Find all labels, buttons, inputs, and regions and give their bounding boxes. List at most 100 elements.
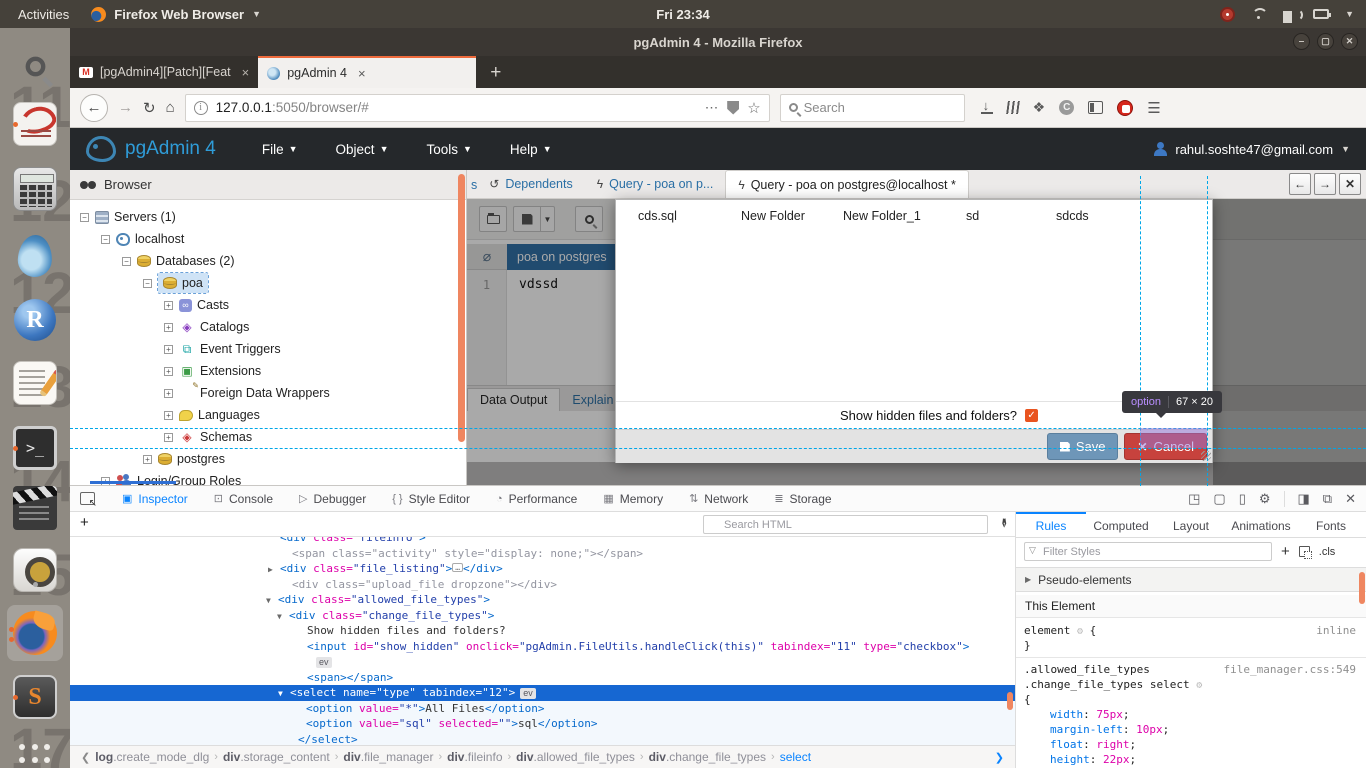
markup-line[interactable]: <option value="*">All Files</option>	[70, 701, 1015, 717]
browser-tab-pgadmin4-patch-feat[interactable]: M[pgAdmin4][Patch][Feat×	[70, 56, 258, 88]
rules-tab-rules[interactable]: Rules	[1016, 512, 1086, 538]
tree-expander-icon[interactable]: +	[164, 345, 173, 354]
tree-item-event-triggers[interactable]: +⧉Event Triggers	[70, 338, 466, 360]
tree-expander-icon[interactable]: +	[164, 323, 173, 332]
element-selector[interactable]: element	[1024, 624, 1070, 637]
tab-scroll-left-button[interactable]: ←	[1289, 173, 1311, 195]
css-declaration[interactable]: margin-left: 10px;	[1024, 722, 1358, 737]
rules-tab-fonts[interactable]: Fonts	[1296, 512, 1366, 538]
dock-to-bottom-icon[interactable]: ◳	[1188, 491, 1200, 507]
reload-button[interactable]: ↻	[143, 99, 156, 117]
shield-icon[interactable]	[727, 101, 739, 115]
rule-source-link[interactable]: file_manager.css:549	[1224, 662, 1356, 677]
expand-arrow-icon[interactable]: ▼	[277, 609, 282, 625]
tab-close-button[interactable]: ✕	[1339, 173, 1361, 195]
menu-file[interactable]: File▼	[262, 142, 298, 157]
query-tab-query-poa-on-postgres-localhost[interactable]: ϟQuery - poa on postgres@localhost *	[725, 170, 969, 198]
rule-selector-2[interactable]: .change_file_types select	[1024, 678, 1190, 691]
browser-tab-pgadmin-4[interactable]: pgAdmin 4×	[258, 56, 476, 88]
tree-scrollbar[interactable]	[458, 174, 465, 442]
tree-horizontal-scrollbar[interactable]	[90, 481, 176, 484]
bookmark-star-icon[interactable]: ☆	[747, 99, 760, 117]
css-declaration[interactable]: float: right;	[1024, 737, 1358, 752]
tree-expander-icon[interactable]: +	[164, 301, 173, 310]
minimize-button[interactable]: ‒	[1293, 33, 1310, 50]
markup-line[interactable]: ev	[70, 654, 1015, 670]
file-item-cds-sql[interactable]: cds.sql	[638, 209, 741, 223]
page-actions-icon[interactable]: ⋯	[705, 100, 720, 116]
menu-hamburger-icon[interactable]: ☰	[1147, 99, 1160, 117]
tree-expander-icon[interactable]: +	[164, 367, 173, 376]
tab-scroll-right-button[interactable]: →	[1314, 173, 1336, 195]
tree-expander-icon[interactable]: +	[164, 389, 173, 398]
extension-c-icon[interactable]: C	[1059, 100, 1074, 115]
dialog-resize-grip[interactable]	[1201, 451, 1211, 461]
dock-item-r-project[interactable]: R	[11, 296, 59, 344]
close-devtools-icon[interactable]: ✕	[1345, 491, 1356, 507]
pgadmin-brand[interactable]: pgAdmin 4	[70, 136, 216, 162]
dock-item-sublime-text[interactable]: S	[11, 673, 59, 721]
save-button[interactable]: Save	[1047, 433, 1119, 460]
user-menu[interactable]: rahul.soshte47@gmail.com ▼	[1153, 142, 1366, 157]
menu-object[interactable]: Object▼	[336, 142, 389, 157]
downloads-icon[interactable]	[981, 101, 993, 114]
partial-tab[interactable]: s	[467, 172, 477, 198]
devtools-tab-console[interactable]: ⊡Console	[201, 486, 286, 512]
menu-tools[interactable]: Tools▼	[426, 142, 471, 157]
markup-line[interactable]: <option value="sql" selected="">sql</opt…	[70, 716, 1015, 732]
dock-item-audio-player[interactable]	[11, 546, 59, 594]
rule-selector-1[interactable]: .allowed_file_types	[1024, 663, 1150, 676]
breadcrumb-forward-icon[interactable]: ❯	[990, 751, 1009, 764]
tree-expander-icon[interactable]: −	[143, 279, 152, 288]
dock-item-video-editor[interactable]	[11, 484, 59, 532]
tree-expander-icon[interactable]: +	[164, 433, 173, 442]
back-button[interactable]: ←	[80, 94, 108, 122]
print-sim-icon[interactable]	[1299, 546, 1310, 557]
devtools-tab-inspector[interactable]: ▣Inspector	[109, 486, 201, 512]
file-item-sd[interactable]: sd	[966, 209, 1056, 223]
breadcrumb-item-div-storage-content[interactable]: div.storage_content	[223, 750, 330, 764]
breadcrumb-back-icon[interactable]: ❮	[76, 751, 95, 764]
tree-item-servers-1[interactable]: −Servers (1)	[70, 206, 466, 228]
markup-line[interactable]: ▼<div class="allowed_file_types">	[70, 592, 1015, 608]
devtools-tab-network[interactable]: ⇅Network	[676, 486, 761, 512]
file-item-new-folder[interactable]: New Folder	[741, 209, 843, 223]
filter-styles-input[interactable]	[1024, 542, 1272, 561]
eyedropper-icon[interactable]: ✒	[995, 518, 1011, 529]
breadcrumb-item-div-fileinfo[interactable]: div.fileinfo	[447, 750, 502, 764]
browser-panel-header[interactable]: Browser	[70, 170, 466, 200]
event-badge[interactable]: ev	[316, 657, 332, 668]
tree-expander-icon[interactable]: +	[143, 455, 152, 464]
markup-line[interactable]: <div class="upload_file dropzone"></div>	[70, 577, 1015, 593]
breadcrumb-item-select[interactable]: select	[780, 750, 811, 764]
url-bar[interactable]: i 127.0.0.1:5050/browser/# ⋯ ☆	[185, 94, 770, 122]
maximize-button[interactable]: ▢	[1317, 33, 1334, 50]
menu-help[interactable]: Help▼	[510, 142, 552, 157]
element-picker-icon[interactable]	[80, 492, 95, 505]
collapsed-ellipsis-badge[interactable]: …	[452, 563, 463, 572]
markup-line[interactable]: ▶<div class="file_listing">…</div>	[70, 561, 1015, 577]
css-declaration[interactable]: width: 75px;	[1024, 707, 1358, 722]
search-html-input[interactable]	[703, 515, 988, 534]
window-titlebar[interactable]: pgAdmin 4 - Mozilla Firefox ‒▢✕	[70, 28, 1366, 56]
expand-arrow-icon[interactable]: ▶	[268, 562, 273, 578]
sidebar-toggle-icon[interactable]	[1088, 101, 1103, 114]
markup-scrollbar[interactable]	[1007, 692, 1013, 710]
dock-item-screenshot-tool[interactable]	[11, 42, 59, 90]
activities-button[interactable]: Activities	[18, 7, 69, 22]
breadcrumb-item-div-allowed-file-types[interactable]: div.allowed_file_types	[516, 750, 635, 764]
add-node-button[interactable]: +	[80, 514, 89, 531]
markup-line[interactable]: <span class="activity" style="display: n…	[70, 546, 1015, 562]
markup-line[interactable]: <input id="show_hidden" onclick="pgAdmin…	[70, 639, 1015, 655]
breadcrumb-item-div-file-manager[interactable]: div.file_manager	[343, 750, 433, 764]
dock-item-calculator[interactable]	[11, 165, 59, 213]
extension-puzzle-icon[interactable]: ❖	[1033, 99, 1046, 116]
markup-line-selected[interactable]: ▼<select name="type" tabindex="12">ev	[70, 685, 1015, 701]
settings-icon[interactable]: ⚙	[1259, 491, 1271, 507]
devtools-tab-style-editor[interactable]: { }Style Editor	[379, 486, 483, 512]
pseudo-elements-section[interactable]: ▶ Pseudo-elements	[1016, 567, 1366, 592]
responsive-mode-icon[interactable]: ▯	[1239, 491, 1246, 507]
dock-item-text-editor[interactable]	[11, 359, 59, 407]
breadcrumb-item-div-change-file-types[interactable]: div.change_file_types	[649, 750, 766, 764]
add-rule-button[interactable]: +	[1281, 543, 1290, 560]
